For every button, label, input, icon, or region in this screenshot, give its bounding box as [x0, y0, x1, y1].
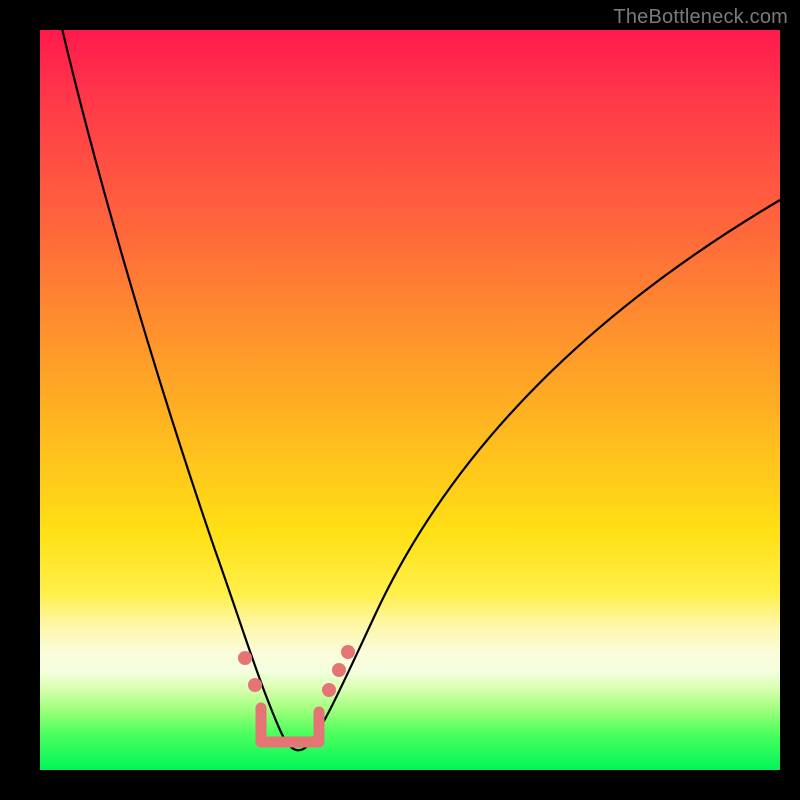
marker-dot [341, 645, 355, 659]
curve-layer [40, 30, 780, 770]
marker-dot [332, 663, 346, 677]
bottleneck-curve [60, 20, 780, 750]
floor-bracket [261, 708, 319, 742]
watermark-text: TheBottleneck.com [613, 6, 788, 29]
marker-dot [238, 651, 252, 665]
chart-frame: TheBottleneck.com [0, 0, 800, 800]
plot-area [40, 30, 780, 770]
marker-dot [248, 678, 262, 692]
marker-dot [322, 683, 336, 697]
